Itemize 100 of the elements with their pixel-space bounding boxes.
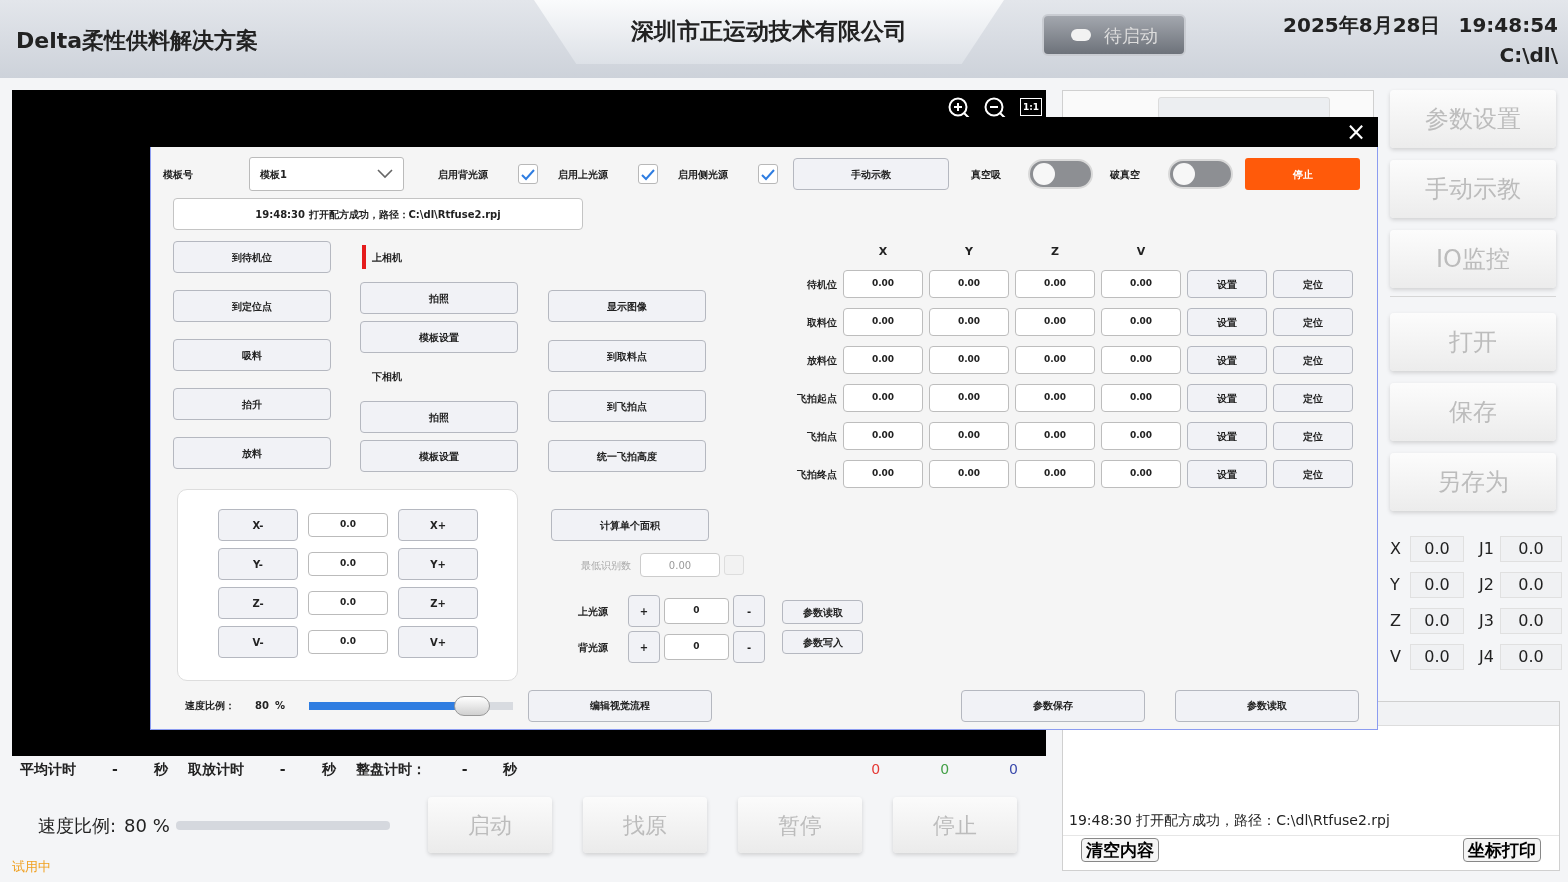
action-button[interactable]: 拍照 (360, 401, 518, 433)
coordinate-field[interactable]: 0.00 (1101, 460, 1181, 488)
vacuum-toggle[interactable] (1028, 159, 1093, 189)
action-button[interactable]: 参数读取 (782, 600, 863, 624)
axis-label: X (1390, 538, 1402, 560)
coordinate-field[interactable]: 0.00 (843, 460, 923, 488)
coordinate-field[interactable]: 0.00 (929, 346, 1009, 374)
action-button[interactable]: 编辑视觉流程 (528, 689, 712, 722)
coordinate-field[interactable]: 0.00 (1101, 346, 1181, 374)
joint-value: 0.0 (1500, 536, 1562, 562)
slider-thumb[interactable] (454, 695, 491, 716)
chevron-icon (377, 169, 393, 179)
template-dropdown[interactable]: 模板1 (249, 157, 404, 191)
coordinate-field[interactable]: 0.00 (843, 346, 923, 374)
coordinate-field[interactable]: 0.00 (843, 422, 923, 450)
locate-button[interactable]: 定位 (1273, 384, 1353, 412)
action-button[interactable]: 计算单个面积 (551, 509, 709, 541)
step-field[interactable]: 0.0 (308, 630, 388, 654)
coordinate-field[interactable]: 0.00 (1101, 270, 1181, 298)
coordinate-field[interactable]: 0.00 (843, 270, 923, 298)
close-button[interactable]: × (1341, 120, 1370, 144)
action-button[interactable]: 参数保存 (961, 689, 1145, 722)
jog-button[interactable]: Y+ (398, 548, 478, 580)
coordinate-field[interactable]: 0.00 (929, 460, 1009, 488)
joint-label: J4 (1477, 646, 1494, 668)
jog-button[interactable]: X- (218, 509, 298, 541)
locate-button[interactable]: 定位 (1273, 270, 1353, 298)
action-button[interactable]: 模板设置 (360, 321, 518, 353)
vacuum-toggle[interactable] (1168, 159, 1233, 189)
log-button[interactable]: 坐标打印 (1463, 838, 1541, 862)
checkbox[interactable] (518, 164, 538, 184)
step-field[interactable]: 0.0 (308, 591, 388, 615)
coordinate-field[interactable]: 0.00 (1101, 384, 1181, 412)
set-button[interactable]: 设置 (1187, 422, 1267, 450)
coordinate-field[interactable]: 0.00 (1015, 346, 1095, 374)
action-button[interactable]: 显示图像 (548, 290, 706, 322)
locate-button[interactable]: 定位 (1273, 346, 1353, 374)
column-header: Y (964, 243, 974, 260)
coordinate-field[interactable]: 0.00 (843, 384, 923, 412)
coordinate-field[interactable]: 0.00 (1015, 270, 1095, 298)
speed-slider[interactable] (309, 695, 513, 716)
field-label: 最低识别数 (580, 558, 631, 573)
set-button[interactable]: 设置 (1187, 460, 1267, 488)
action-button[interactable]: 模板设置 (360, 440, 518, 472)
coordinate-field[interactable]: 0.00 (929, 308, 1009, 336)
step-field[interactable]: 0.0 (308, 513, 388, 537)
jog-button[interactable]: X+ (398, 509, 478, 541)
set-button[interactable]: 设置 (1187, 270, 1267, 298)
action-button[interactable]: 到飞拍点 (548, 390, 706, 422)
coordinate-field[interactable]: 0.00 (929, 270, 1009, 298)
teach-button[interactable]: 手动示教 (793, 158, 949, 190)
coordinate-field[interactable]: 0.00 (1015, 422, 1095, 450)
light-field[interactable]: 0 (664, 634, 729, 660)
log-button[interactable]: 清空内容 (1081, 838, 1159, 862)
jog-button[interactable]: V+ (398, 626, 478, 658)
coordinate-field[interactable]: 0.00 (1015, 384, 1095, 412)
set-button[interactable]: 设置 (1187, 384, 1267, 412)
locate-button[interactable]: 定位 (1273, 460, 1353, 488)
action-button[interactable]: 到待机位 (173, 241, 331, 273)
action-button[interactable]: 参数写入 (782, 630, 863, 654)
decrease-button[interactable]: - (733, 631, 765, 663)
step-field[interactable]: 0.0 (308, 552, 388, 576)
action-button[interactable]: 抬升 (173, 388, 331, 420)
action-button[interactable]: 统一飞拍高度 (548, 440, 706, 472)
coordinate-field[interactable]: 0.00 (929, 384, 1009, 412)
action-button[interactable]: 拍照 (360, 282, 518, 314)
action-button[interactable]: 到取料点 (548, 340, 706, 372)
checkbox[interactable] (638, 164, 658, 184)
speed-unit: % (275, 699, 287, 713)
set-button[interactable]: 设置 (1187, 308, 1267, 336)
fit-button[interactable]: 1:1 (1019, 98, 1042, 116)
row-label: 飞拍起点 (796, 391, 837, 406)
coordinate-field[interactable]: 0.00 (843, 308, 923, 336)
locate-button[interactable]: 定位 (1273, 422, 1353, 450)
action-button[interactable]: 放料 (173, 437, 331, 469)
axis-label: Z (1390, 610, 1402, 632)
coordinate-field[interactable]: 0.00 (1015, 460, 1095, 488)
coordinate-field[interactable]: 0.00 (1101, 422, 1181, 450)
light-field[interactable]: 0 (664, 598, 729, 624)
coordinate-field[interactable]: 0.00 (1101, 308, 1181, 336)
panel-tab[interactable] (1158, 97, 1330, 119)
coordinate-field[interactable]: 0.00 (1015, 308, 1095, 336)
jog-button[interactable]: V- (218, 626, 298, 658)
speed-value: 80 (255, 699, 270, 713)
speed-label: 速度比例: (38, 813, 117, 838)
increase-button[interactable]: + (628, 595, 660, 627)
checkbox[interactable] (758, 164, 778, 184)
action-button[interactable]: 吸料 (173, 339, 331, 371)
coordinate-field[interactable]: 0.00 (929, 422, 1009, 450)
action-button[interactable]: 参数读取 (1175, 689, 1359, 722)
jog-button[interactable]: Z+ (398, 587, 478, 619)
jog-button[interactable]: Y- (218, 548, 298, 580)
increase-button[interactable]: + (628, 631, 660, 663)
action-button[interactable]: 到定位点 (173, 290, 331, 322)
locate-button[interactable]: 定位 (1273, 308, 1353, 336)
jog-button[interactable]: Z- (218, 587, 298, 619)
decrease-button[interactable]: - (733, 595, 765, 627)
clock-text: 19:48:54 (1458, 12, 1558, 39)
set-button[interactable]: 设置 (1187, 346, 1267, 374)
axis-value: 0.0 (1410, 572, 1464, 598)
